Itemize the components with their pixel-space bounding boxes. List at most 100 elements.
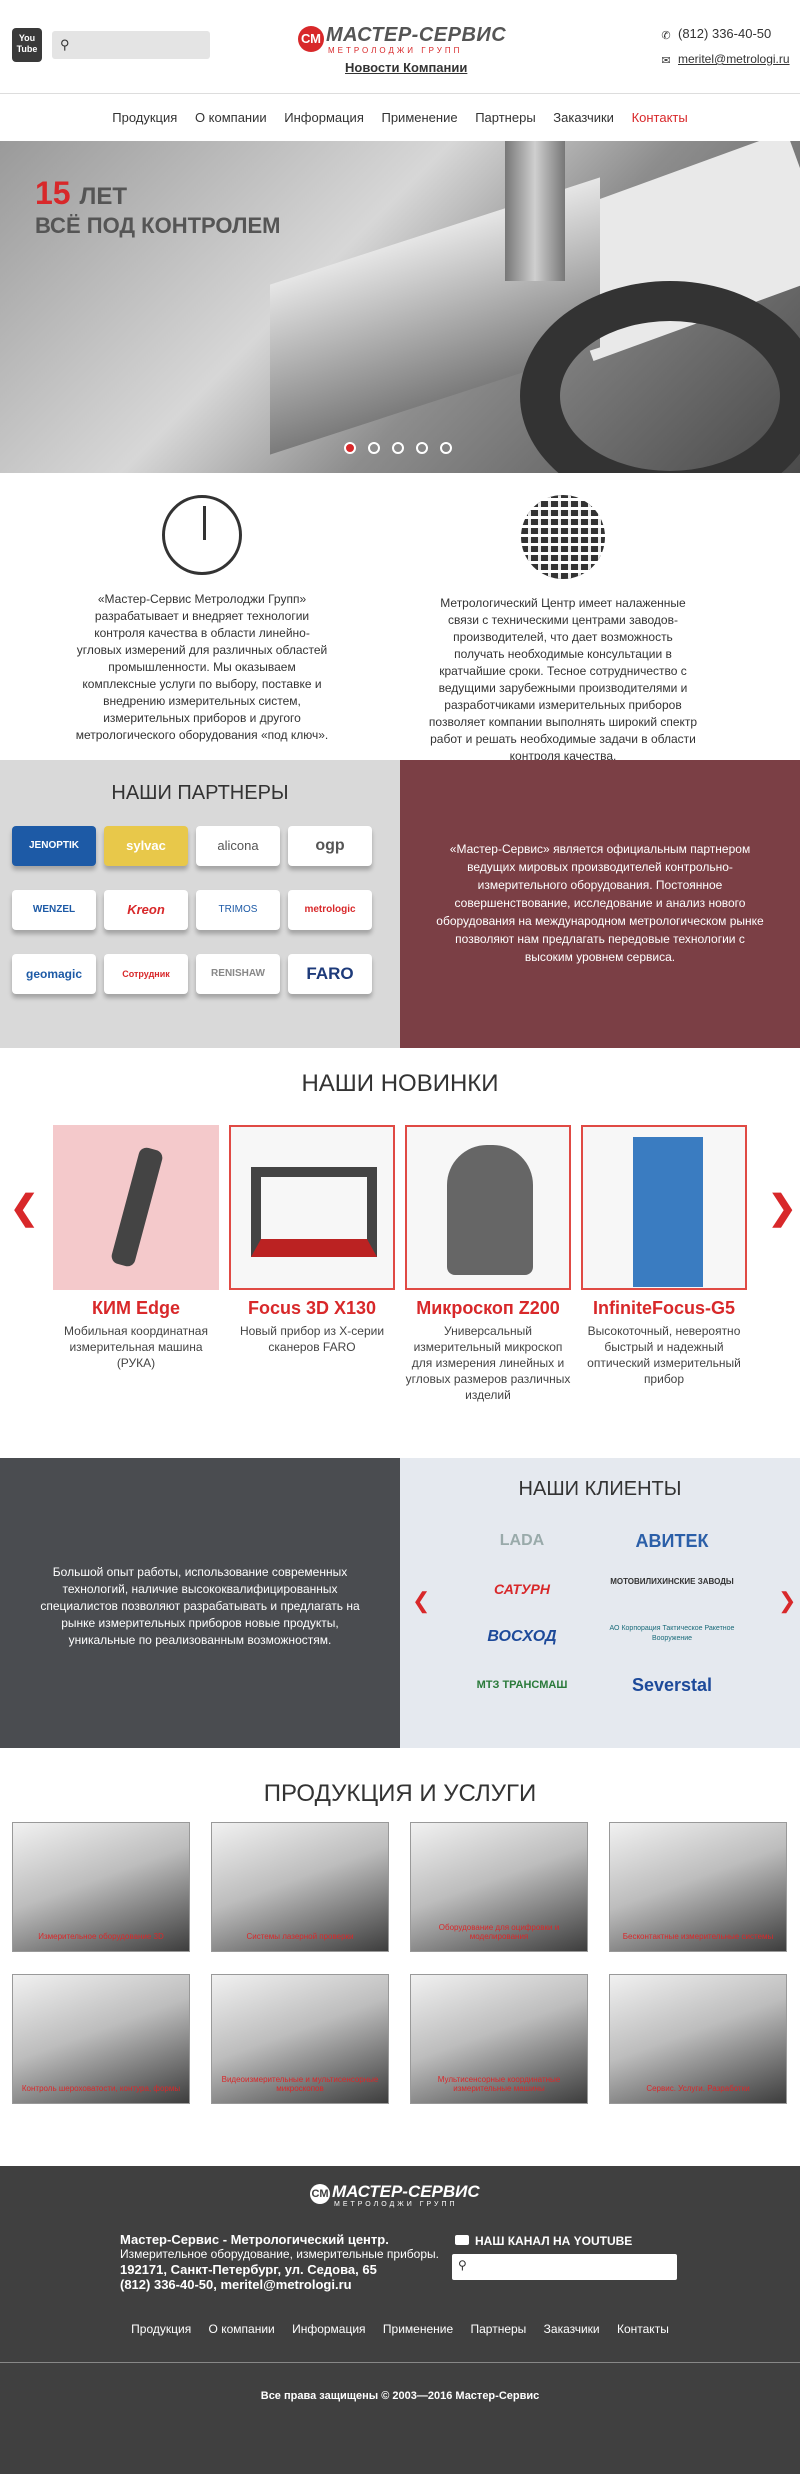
slider-dot[interactable] <box>344 442 356 454</box>
clients-next-icon[interactable]: ❯ <box>778 1588 796 1614</box>
partner-logo[interactable]: alicona <box>196 826 280 866</box>
youtube-channel-link[interactable]: НАШ КАНАЛ НА YOUTUBE <box>455 2234 632 2248</box>
footer-search-input[interactable]: ⚲ <box>452 2254 677 2280</box>
about-right-text: Метрологический Центр имеет налаженные с… <box>428 596 698 763</box>
products-title: ПРОДУКЦИЯ И УСЛУГИ <box>263 1780 537 1807</box>
product-tile[interactable]: Бесконтактные измерительные системы <box>609 1822 787 1952</box>
product-tile-label: Измерительное оборудование 3D <box>38 1932 164 1941</box>
client-logo[interactable]: Severstal <box>602 1672 742 1698</box>
hero-probe <box>505 141 565 281</box>
news-link[interactable]: Новости Компании <box>345 60 467 75</box>
nav-customers[interactable]: Заказчики <box>553 110 614 125</box>
client-logo[interactable]: МТЗ ТРАНСМАШ <box>452 1672 592 1698</box>
product-card[interactable]: InfiniteFocus-G5 Высокоточный, невероятн… <box>581 1125 747 1387</box>
product-tile[interactable]: Измерительное оборудование 3D <box>12 1822 190 1952</box>
footer-nav-about[interactable]: О компании <box>209 2322 275 2336</box>
product-tile[interactable]: Контроль шероховатости, контура, формы <box>12 1974 190 2104</box>
logo[interactable]: СМ МАСТЕР-СЕРВИС МЕТРОЛОДЖИ ГРУПП <box>292 22 512 56</box>
gauge-icon <box>162 495 242 575</box>
clients-title: НАШИ КЛИЕНТЫ <box>518 1478 682 1500</box>
about-left: «Мастер-Сервис Метролоджи Групп» разраба… <box>72 495 332 744</box>
product-tile[interactable]: Видеоизмерительные и мультисенсорные мик… <box>211 1974 389 2104</box>
client-logo[interactable]: LADA <box>452 1528 592 1554</box>
cmm-illustration <box>251 1167 377 1257</box>
product-tile-label: Мультисенсорные координатные измерительн… <box>437 2075 561 2093</box>
product-name[interactable]: Focus 3D X130 <box>229 1298 395 1319</box>
footer-nav-partners[interactable]: Партнеры <box>470 2322 526 2336</box>
nav-application[interactable]: Применение <box>381 110 457 125</box>
partner-logo[interactable]: ogp <box>288 826 372 866</box>
product-tile[interactable]: Системы лазерной проверки <box>211 1822 389 1952</box>
partners-title: НАШИ ПАРТНЕРЫ <box>111 782 289 804</box>
partner-logo[interactable]: JENOPTIK <box>12 826 96 866</box>
product-card[interactable]: Микроскоп Z200 Универсальный измерительн… <box>405 1125 571 1403</box>
partners-grid: JENOPTIK sylvac alicona ogp WENZEL Kreon… <box>12 826 392 1018</box>
nav-products[interactable]: Продукция <box>112 110 177 125</box>
partners-text: «Мастер-Сервис» является официальным пар… <box>436 842 764 964</box>
copyright: Все права защищены © 2003—2016 Мастер-Се… <box>260 2390 540 2402</box>
footer-nav-customers[interactable]: Заказчики <box>544 2322 600 2336</box>
client-logo[interactable]: АВИТЕК <box>602 1528 742 1554</box>
experience-panel: Большой опыт работы, использование совре… <box>0 1458 400 1748</box>
clients-prev-icon[interactable]: ❮ <box>412 1588 430 1614</box>
product-card[interactable]: КИМ Edge Мобильная координатная измерите… <box>53 1125 219 1371</box>
product-tile[interactable]: Оборудование для оцифровки и моделирован… <box>410 1822 588 1952</box>
nav-contacts[interactable]: Контакты <box>632 110 688 125</box>
next-arrow-icon[interactable]: ❯ <box>768 1188 797 1228</box>
partner-logo[interactable]: FARO <box>288 954 372 994</box>
footer-logo[interactable]: СМ МАСТЕР-СЕРВИС МЕТРОЛОДЖИ ГРУПП <box>310 2182 530 2210</box>
partner-logo[interactable]: WENZEL <box>12 890 96 930</box>
product-image[interactable] <box>405 1125 571 1290</box>
footer-nav-contacts[interactable]: Контакты <box>617 2322 669 2336</box>
product-image[interactable] <box>229 1125 395 1290</box>
client-logo[interactable]: МОТОВИЛИХИНСКИЕ ЗАВОДЫ <box>602 1576 742 1602</box>
footer-nav-application[interactable]: Применение <box>383 2322 453 2336</box>
email-link[interactable]: meritel@metrologi.ru <box>678 52 790 66</box>
product-tile[interactable]: Мультисенсорные координатные измерительн… <box>410 1974 588 2104</box>
youtube-channel-label: НАШ КАНАЛ НА YOUTUBE <box>475 2234 633 2248</box>
product-card[interactable]: Focus 3D X130 Новый прибор из X-серии ск… <box>229 1125 395 1355</box>
footer-nav-products[interactable]: Продукция <box>131 2322 191 2336</box>
footer-company: Мастер-Сервис - Метрологический центр. <box>120 2232 389 2247</box>
hero-years-label: ЛЕТ <box>79 183 127 210</box>
nav-partners[interactable]: Партнеры <box>475 110 535 125</box>
client-logo[interactable]: АО Корпорация Тактическое Ракетное Воору… <box>602 1624 742 1650</box>
prev-arrow-icon[interactable]: ❮ <box>10 1188 39 1228</box>
about-right: Метрологический Центр имеет налаженные с… <box>428 495 698 765</box>
partner-logo[interactable]: sylvac <box>104 826 188 866</box>
product-tile[interactable]: Сервис. Услуги. Разработки <box>609 1974 787 2104</box>
footer-nav-info[interactable]: Информация <box>292 2322 365 2336</box>
product-tile-label: Системы лазерной проверки <box>246 1932 354 1941</box>
nav-info[interactable]: Информация <box>284 110 364 125</box>
product-image[interactable] <box>53 1125 219 1290</box>
nav-about[interactable]: О компании <box>195 110 267 125</box>
slider-dots <box>344 441 464 459</box>
client-logo[interactable]: САТУРН <box>452 1576 592 1602</box>
partner-logo[interactable]: Сотрудник <box>104 954 188 994</box>
product-tile-label: Бесконтактные измерительные системы <box>622 1932 774 1941</box>
partner-logo[interactable]: TRIMOS <box>196 890 280 930</box>
slider-dot[interactable] <box>392 442 404 454</box>
slider-dot[interactable] <box>416 442 428 454</box>
partner-logo[interactable]: geomagic <box>12 954 96 994</box>
product-name[interactable]: КИМ Edge <box>53 1298 219 1319</box>
partners-section: НАШИ ПАРТНЕРЫ JENOPTIK sylvac alicona og… <box>0 760 400 1048</box>
mail-icon: ✉ <box>661 55 671 67</box>
site-header: You Tube ⚲ СМ МАСТЕР-СЕРВИС МЕТРОЛОДЖИ Г… <box>0 0 800 94</box>
globe-icon <box>521 495 605 579</box>
client-logo[interactable]: ВОСХОД <box>452 1624 592 1650</box>
partner-logo[interactable]: Kreon <box>104 890 188 930</box>
slider-dot[interactable] <box>440 442 452 454</box>
product-image[interactable] <box>581 1125 747 1290</box>
opticline-illustration <box>633 1137 703 1287</box>
slider-dot[interactable] <box>368 442 380 454</box>
partner-logo[interactable]: RENISHAW <box>196 954 280 994</box>
search-input[interactable]: ⚲ <box>52 31 210 59</box>
partner-logo[interactable]: metrologic <box>288 890 372 930</box>
main-nav: Продукция О компании Информация Применен… <box>0 96 800 140</box>
product-desc: Новый прибор из X-серии сканеров FARO <box>239 1324 385 1354</box>
novelties-title: НАШИ НОВИНКИ <box>301 1070 499 1097</box>
product-name[interactable]: Микроскоп Z200 <box>405 1298 571 1319</box>
youtube-icon[interactable]: You Tube <box>12 28 42 62</box>
product-name[interactable]: InfiniteFocus-G5 <box>581 1298 747 1319</box>
